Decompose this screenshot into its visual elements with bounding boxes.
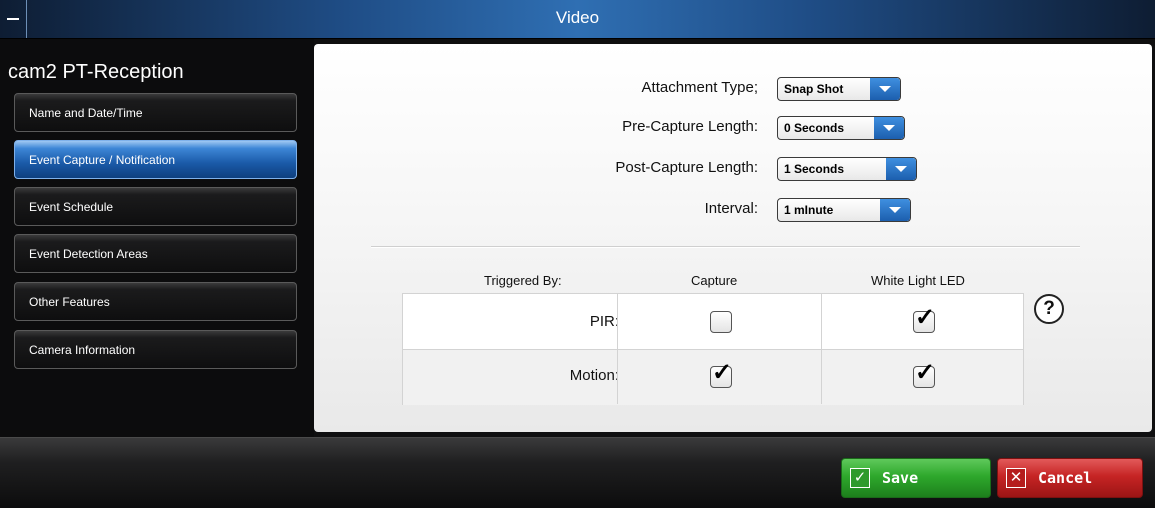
- motion-led-checkbox[interactable]: ✓: [913, 361, 935, 388]
- attachment-type-label: Attachment Type;: [641, 79, 758, 96]
- chevron-down-icon: [874, 117, 904, 139]
- help-icon[interactable]: ?: [1034, 294, 1064, 324]
- sidebar-item-event-detection-areas[interactable]: Event Detection Areas: [14, 234, 297, 273]
- sidebar-item-name-and-date-time[interactable]: Name and Date/Time: [14, 93, 297, 132]
- trigger-table: PIR: ✓ Motion: ✓ ✓: [402, 293, 1024, 405]
- checkmark-icon: ✓: [915, 304, 936, 331]
- sidebar-item-other-features[interactable]: Other Features: [14, 282, 297, 321]
- attachment-type-value: Snap Shot: [784, 82, 844, 96]
- attachment-type-dropdown[interactable]: Snap Shot: [777, 77, 901, 101]
- footer-bar: ✓ Save ✕ Cancel: [0, 437, 1155, 508]
- checkmark-icon: ✓: [712, 359, 733, 386]
- pir-led-checkbox[interactable]: ✓: [913, 306, 935, 333]
- pir-capture-checkbox[interactable]: [710, 311, 732, 333]
- close-icon: ✕: [1006, 468, 1026, 488]
- save-button[interactable]: ✓ Save: [841, 458, 991, 498]
- interval-label: Interval:: [704, 200, 758, 217]
- column-divider: [617, 294, 618, 404]
- triggered-by-header: Triggered By:: [484, 273, 562, 288]
- chevron-down-icon: [886, 158, 916, 180]
- menu-icon[interactable]: [0, 0, 27, 38]
- post-capture-length-label: Post-Capture Length:: [615, 159, 758, 176]
- white-light-led-header: White Light LED: [871, 273, 965, 288]
- check-icon: ✓: [850, 468, 870, 488]
- save-label: Save: [882, 469, 919, 487]
- camera-name: cam2 PT-Reception: [8, 61, 184, 83]
- sidebar-item-event-capture-notification[interactable]: Event Capture / Notification: [14, 140, 297, 179]
- divider: [371, 246, 1080, 248]
- motion-capture-checkbox[interactable]: ✓: [710, 361, 732, 388]
- sidebar: cam2 PT-Reception Name and Date/Time Eve…: [0, 39, 314, 437]
- sidebar-item-camera-information[interactable]: Camera Information: [14, 330, 297, 369]
- motion-label: Motion:: [569, 367, 619, 384]
- window-title: Video: [555, 8, 600, 27]
- interval-value: 1 mInute: [784, 203, 834, 217]
- event-capture-panel: Attachment Type; Snap Shot Pre-Capture L…: [314, 44, 1152, 432]
- post-capture-length-dropdown[interactable]: 1 Seconds: [777, 157, 917, 181]
- table-row-pir: PIR: ✓: [403, 294, 1023, 349]
- column-divider: [821, 294, 822, 404]
- pir-label: PIR:: [589, 313, 619, 330]
- chevron-down-icon: [870, 78, 900, 100]
- capture-header: Capture: [691, 273, 738, 288]
- pre-capture-length-dropdown[interactable]: 0 Seconds: [777, 116, 905, 140]
- cancel-button[interactable]: ✕ Cancel: [997, 458, 1143, 498]
- title-bar: Video: [0, 0, 1155, 39]
- interval-dropdown[interactable]: 1 mInute: [777, 198, 911, 222]
- chevron-down-icon: [880, 199, 910, 221]
- post-capture-length-value: 1 Seconds: [784, 162, 845, 176]
- cancel-label: Cancel: [1038, 469, 1093, 487]
- table-row-motion: Motion: ✓ ✓: [403, 349, 1023, 405]
- checkmark-icon: ✓: [915, 359, 936, 386]
- sidebar-item-event-schedule[interactable]: Event Schedule: [14, 187, 297, 226]
- pre-capture-length-value: 0 Seconds: [784, 121, 845, 135]
- pre-capture-length-label: Pre-Capture Length:: [622, 118, 758, 135]
